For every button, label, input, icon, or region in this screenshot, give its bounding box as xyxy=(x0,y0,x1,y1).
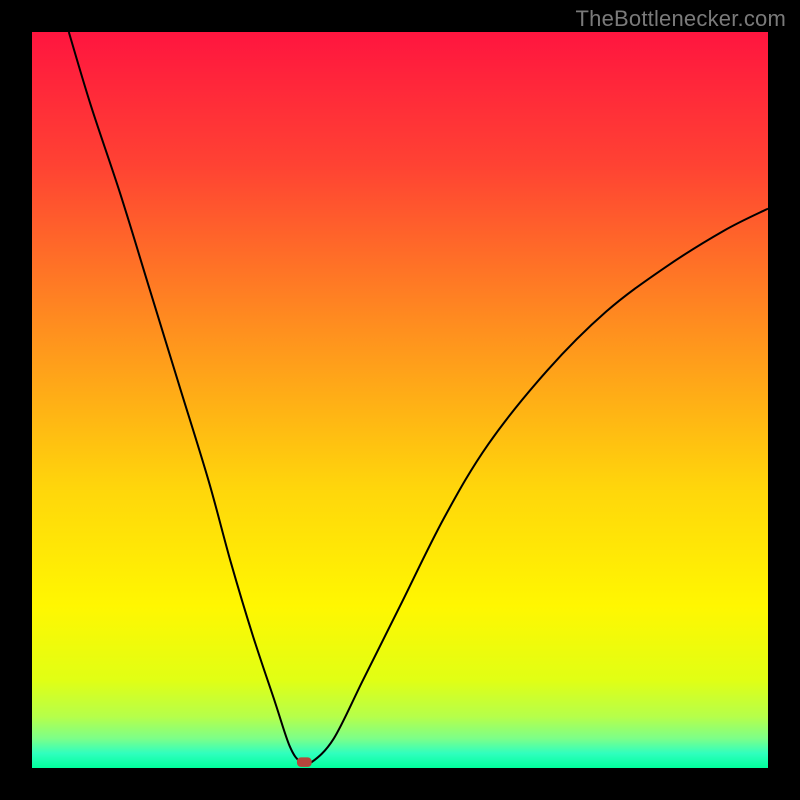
chart-frame: TheBottlenecker.com xyxy=(0,0,800,800)
watermark-text: TheBottlenecker.com xyxy=(576,6,786,32)
optimal-point-marker xyxy=(297,757,312,767)
chart-plot-area xyxy=(32,32,768,768)
chart-background xyxy=(32,32,768,768)
chart-svg xyxy=(32,32,768,768)
